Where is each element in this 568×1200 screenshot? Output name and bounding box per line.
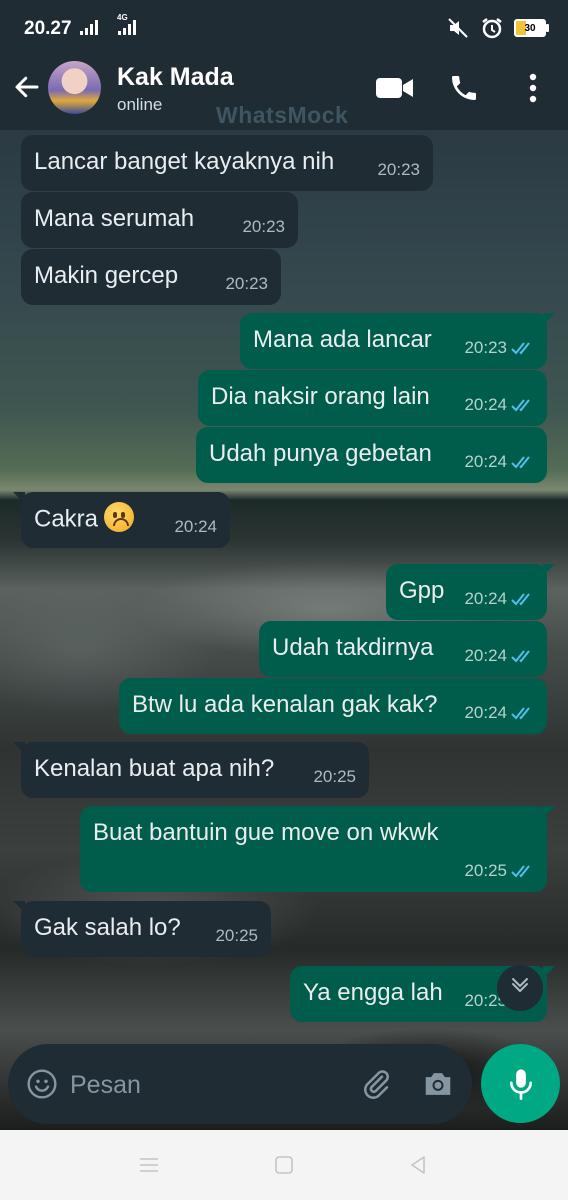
message-time: 20:24 bbox=[464, 395, 535, 415]
message-input-bar bbox=[8, 1044, 472, 1124]
message-time: 20:24 bbox=[174, 517, 217, 536]
more-options-button[interactable] bbox=[518, 70, 548, 106]
battery-level: 30 bbox=[524, 22, 536, 34]
message-time: 20:25 bbox=[215, 926, 258, 945]
attach-button[interactable] bbox=[358, 1066, 394, 1102]
home-square-icon bbox=[275, 1156, 293, 1174]
recents-button[interactable] bbox=[134, 1152, 164, 1178]
message-text: Btw lu ada kenalan gak kak? bbox=[132, 691, 438, 718]
signal-icon-2 bbox=[118, 20, 136, 35]
camera-button[interactable] bbox=[420, 1066, 456, 1102]
message-text: Udah takdirnya bbox=[272, 634, 434, 661]
watermark: WhatsMock bbox=[216, 102, 349, 128]
scroll-to-bottom-button[interactable] bbox=[497, 965, 543, 1011]
back-nav-button[interactable] bbox=[404, 1152, 432, 1178]
message-composer bbox=[0, 1040, 568, 1130]
message-text: Gak salah lo? bbox=[34, 914, 181, 941]
read-receipt-icon bbox=[511, 456, 530, 469]
message-incoming[interactable]: Kenalan buat apa nih? 20:25 bbox=[13, 742, 369, 798]
read-receipt-icon bbox=[511, 865, 530, 878]
message-text: Cakra bbox=[34, 502, 135, 535]
back-arrow-icon bbox=[15, 76, 39, 98]
chevron-down-icon bbox=[512, 978, 528, 992]
message-text: Mana ada lancar bbox=[253, 326, 432, 353]
message-time: 20:25 bbox=[464, 861, 535, 881]
frowning-face-emoji-icon bbox=[104, 502, 135, 532]
voice-message-button[interactable] bbox=[481, 1044, 560, 1123]
message-text: Buat bantuin gue move on wkwk bbox=[93, 819, 439, 846]
alarm-icon bbox=[482, 18, 502, 39]
message-time: 20:24 bbox=[464, 589, 535, 609]
message-text: Lancar banget kayaknya nih bbox=[34, 148, 335, 175]
message-time: 20:24 bbox=[464, 703, 535, 723]
contact-status: online bbox=[117, 95, 163, 114]
status-time: 20.27 bbox=[24, 18, 72, 39]
read-receipt-icon bbox=[511, 342, 530, 355]
video-camera-icon bbox=[376, 78, 413, 98]
message-text: Ya engga lah bbox=[303, 979, 443, 1006]
camera-icon bbox=[425, 1073, 451, 1095]
more-vertical-icon bbox=[529, 73, 537, 103]
message-incoming[interactable]: Cakra 20:24 bbox=[13, 492, 230, 548]
message-time: 20:24 bbox=[464, 646, 535, 666]
message-time: 20:25 bbox=[313, 767, 356, 786]
message-incoming[interactable]: Mana serumah 20:23 bbox=[21, 192, 298, 248]
system-nav-bar bbox=[0, 1130, 568, 1200]
message-text: Udah punya gebetan bbox=[209, 440, 432, 467]
message-text: Mana serumah bbox=[34, 205, 195, 232]
message-input[interactable] bbox=[68, 1064, 342, 1106]
read-receipt-icon bbox=[511, 593, 530, 606]
message-outgoing[interactable]: Mana ada lancar 20:23 bbox=[240, 313, 555, 369]
message-time: 20:24 bbox=[464, 452, 535, 472]
message-outgoing[interactable]: Buat bantuin gue move on wkwk 20:25 bbox=[80, 806, 555, 892]
message-text: Dia naksir orang lain bbox=[211, 383, 430, 410]
message-outgoing[interactable]: Dia naksir orang lain 20:24 bbox=[198, 370, 547, 426]
signal-icon bbox=[80, 20, 98, 35]
message-time: 20:23 bbox=[225, 274, 268, 293]
message-time: 20:23 bbox=[242, 217, 285, 236]
status-icons: 30 bbox=[446, 16, 549, 40]
status-bar: 20.27 4G 30 bbox=[0, 0, 568, 58]
emoji-icon bbox=[27, 1069, 57, 1099]
message-text: Gpp bbox=[399, 577, 445, 604]
mute-icon bbox=[448, 18, 468, 38]
battery-icon: 30 bbox=[514, 19, 549, 37]
message-text: Makin gercep bbox=[34, 262, 179, 289]
phone-icon bbox=[452, 76, 476, 100]
menu-lines-icon bbox=[140, 1158, 158, 1172]
message-text: Kenalan buat apa nih? bbox=[34, 755, 275, 782]
microphone-icon bbox=[509, 1068, 532, 1100]
message-incoming[interactable]: Gak salah lo? 20:25 bbox=[13, 901, 271, 957]
message-time: 20:23 bbox=[464, 338, 535, 358]
triangle-back-icon bbox=[411, 1156, 425, 1174]
message-outgoing[interactable]: Btw lu ada kenalan gak kak? 20:24 bbox=[119, 678, 547, 734]
read-receipt-icon bbox=[511, 399, 530, 412]
message-time: 20:23 bbox=[377, 160, 420, 179]
back-button[interactable] bbox=[12, 72, 42, 102]
message-outgoing[interactable]: Udah takdirnya 20:24 bbox=[259, 621, 547, 677]
paperclip-icon bbox=[364, 1070, 389, 1099]
message-incoming[interactable]: Lancar banget kayaknya nih 20:23 bbox=[21, 135, 433, 191]
message-outgoing[interactable]: Gpp 20:24 bbox=[386, 564, 555, 620]
message-outgoing[interactable]: Udah punya gebetan 20:24 bbox=[196, 427, 547, 483]
message-incoming[interactable]: Makin gercep 20:23 bbox=[21, 249, 281, 305]
read-receipt-icon bbox=[511, 707, 530, 720]
contact-name[interactable]: Kak Mada bbox=[117, 63, 234, 92]
home-button[interactable] bbox=[270, 1152, 298, 1178]
read-receipt-icon bbox=[511, 650, 530, 663]
emoji-button[interactable] bbox=[24, 1066, 60, 1102]
contact-avatar[interactable] bbox=[48, 61, 101, 114]
video-call-button[interactable] bbox=[374, 72, 416, 104]
voice-call-button[interactable] bbox=[444, 70, 484, 106]
